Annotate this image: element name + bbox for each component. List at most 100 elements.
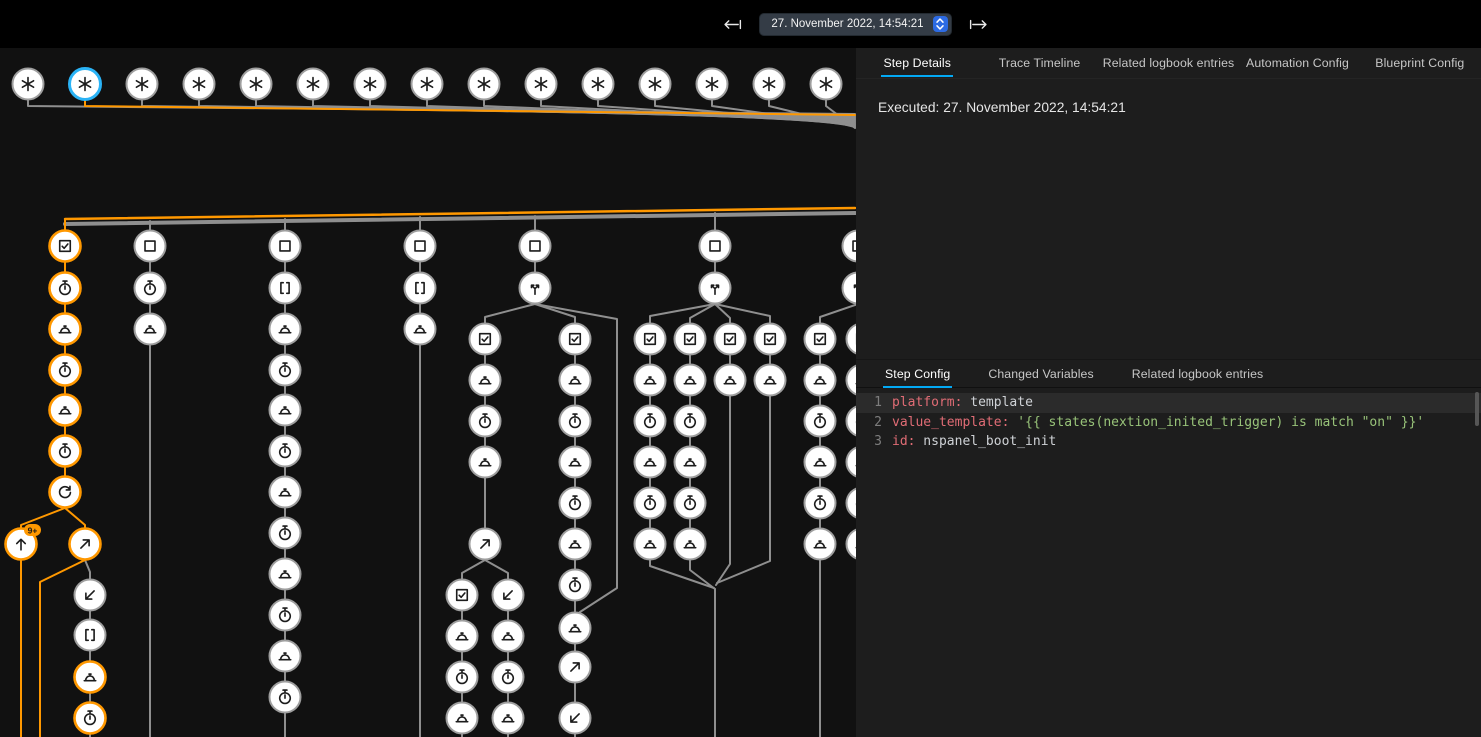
step-tab-step-config[interactable]: Step Config [866,360,969,387]
graph-node-service[interactable] [50,395,81,426]
graph-node-service[interactable] [805,447,836,478]
graph-node-service[interactable] [560,529,591,560]
graph-node-asterisk[interactable] [754,69,785,100]
graph-node-arrow-top-right[interactable] [470,529,501,560]
graph-node-checkbox-marked[interactable] [635,324,666,355]
graph-node-checkbox-marked[interactable] [755,324,786,355]
graph-node-asterisk[interactable] [697,69,728,100]
graph-node-arrow-bottom-left[interactable] [75,580,106,611]
graph-node-service[interactable] [635,529,666,560]
graph-node-service[interactable] [50,314,81,345]
graph-node-service[interactable] [847,365,857,396]
graph-node-asterisk[interactable] [127,69,158,100]
graph-node-service[interactable] [560,613,591,644]
graph-node-asterisk[interactable] [355,69,386,100]
graph-node-shuffle[interactable] [700,273,731,304]
graph-node-service[interactable] [405,314,436,345]
graph-node-asterisk[interactable] [469,69,500,100]
graph-node-checkbox-blank[interactable] [135,231,166,262]
graph-node-refresh[interactable] [50,477,81,508]
trace-tab-automation-config[interactable]: Automation Config [1236,48,1358,78]
graph-node-timer[interactable] [270,436,301,467]
graph-node-service[interactable] [135,314,166,345]
graph-node-timer[interactable] [270,600,301,631]
step-tab-changed-variables[interactable]: Changed Variables [969,360,1112,387]
graph-node-checkbox-blank[interactable] [270,231,301,262]
graph-node-service[interactable] [560,365,591,396]
graph-node-checkbox-marked[interactable] [847,324,857,355]
trace-tab-step-details[interactable]: Step Details [856,48,978,78]
graph-node-arrow-top-right[interactable] [560,652,591,683]
graph-node-timer[interactable] [50,355,81,386]
graph-node-timer[interactable] [270,518,301,549]
graph-node-checkbox-marked[interactable] [675,324,706,355]
graph-node-checkbox-marked[interactable] [50,231,81,262]
graph-node-timer[interactable] [560,406,591,437]
graph-node-asterisk[interactable] [811,69,842,100]
graph-node-timer[interactable] [560,488,591,519]
step-tab-related-logbook-entries[interactable]: Related logbook entries [1113,360,1283,387]
graph-node-service[interactable] [470,447,501,478]
graph-node-timer[interactable] [447,662,478,693]
graph-node-timer[interactable] [675,488,706,519]
graph-node-timer[interactable] [805,406,836,437]
graph-node-checkbox-marked[interactable] [715,324,746,355]
graph-node-checkbox-marked[interactable] [470,324,501,355]
graph-node-service[interactable] [805,529,836,560]
graph-node-arrow-top-right[interactable] [70,529,101,560]
graph-node-timer[interactable] [635,488,666,519]
graph-node-service[interactable] [270,641,301,672]
graph-node-service[interactable] [847,529,857,560]
graph-node-checkbox-marked[interactable] [805,324,836,355]
graph-node-timer[interactable] [50,273,81,304]
graph-node-checkbox-blank[interactable] [405,231,436,262]
trace-tab-related-logbook-entries[interactable]: Related logbook entries [1101,48,1237,78]
graph-node-asterisk[interactable] [298,69,329,100]
graph-node-service[interactable] [675,365,706,396]
graph-node-timer[interactable] [847,406,857,437]
graph-node-service[interactable] [805,365,836,396]
graph-node-service[interactable] [635,365,666,396]
step-config-code-editor[interactable]: 1platform: template2value_template: '{{ … [856,388,1481,737]
graph-node-shuffle[interactable] [843,273,857,304]
previous-run-arrow-icon[interactable] [721,13,743,35]
graph-node-checkbox-blank[interactable] [520,231,551,262]
graph-node-timer[interactable] [50,436,81,467]
graph-node-timer[interactable] [135,273,166,304]
graph-node-service[interactable] [447,621,478,652]
graph-node-service[interactable] [755,365,786,396]
graph-node-arrow-bottom-left[interactable] [493,580,524,611]
graph-node-timer[interactable] [493,662,524,693]
graph-node-asterisk[interactable] [184,69,215,100]
graph-node-service[interactable] [270,559,301,590]
graph-node-asterisk[interactable] [241,69,272,100]
graph-node-service[interactable] [493,703,524,734]
graph-node-timer[interactable] [847,488,857,519]
graph-node-service[interactable] [635,447,666,478]
trace-tab-trace-timeline[interactable]: Trace Timeline [978,48,1100,78]
graph-node-checkbox-blank[interactable] [700,231,731,262]
graph-node-service[interactable] [560,447,591,478]
graph-node-service[interactable] [715,365,746,396]
graph-node-service[interactable] [270,395,301,426]
graph-node-asterisk[interactable] [583,69,614,100]
graph-node-timer[interactable] [470,406,501,437]
graph-node-service[interactable] [493,621,524,652]
graph-node-checkbox-marked[interactable] [447,580,478,611]
graph-node-timer[interactable] [270,682,301,713]
trace-tab-blueprint-config[interactable]: Blueprint Config [1359,48,1481,78]
graph-node-checkbox-marked[interactable] [560,324,591,355]
graph-node-asterisk[interactable] [13,69,44,100]
graph-node-service[interactable] [675,447,706,478]
graph-node-service[interactable] [470,365,501,396]
code-scrollbar[interactable] [1475,392,1479,426]
graph-node-asterisk[interactable] [640,69,671,100]
graph-node-checkbox-blank[interactable] [843,231,857,262]
graph-node-service[interactable] [270,477,301,508]
graph-node-service[interactable] [675,529,706,560]
graph-node-service[interactable] [847,447,857,478]
graph-node-timer[interactable] [675,406,706,437]
graph-node-brackets[interactable] [75,620,106,651]
graph-node-arrow-bottom-left[interactable] [560,703,591,734]
graph-node-asterisk[interactable] [526,69,557,100]
